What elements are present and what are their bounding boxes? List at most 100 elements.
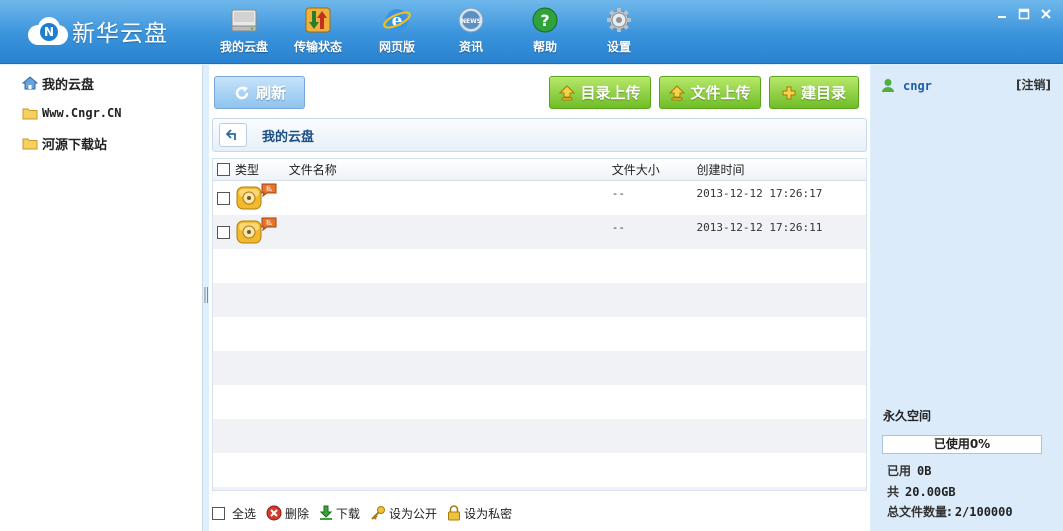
upload-file-button[interactable]: 文件上传 xyxy=(659,76,761,109)
private-badge-icon: 私 xyxy=(261,183,277,200)
back-button[interactable] xyxy=(219,123,247,147)
sidebar-item-heyuan[interactable]: 河源下载站 xyxy=(0,128,202,158)
column-size[interactable]: 文件大小 xyxy=(612,161,697,178)
select-all-label: 全选 xyxy=(232,506,257,521)
set-public-button[interactable]: 设为公开 xyxy=(370,505,437,522)
minimize-button[interactable] xyxy=(991,4,1013,24)
new-directory-button[interactable]: 建目录 xyxy=(769,76,859,109)
nav-help[interactable]: ? 帮助 xyxy=(508,0,582,64)
nav-label: 我的云盘 xyxy=(219,40,268,54)
sidebar-item-label: 我的云盘 xyxy=(42,77,95,93)
sidebar-item-label: Www.Cngr.CN xyxy=(42,106,122,120)
column-time[interactable]: 创建时间 xyxy=(697,161,866,178)
window-controls xyxy=(991,4,1057,24)
cloud-logo-icon: N xyxy=(28,17,68,45)
select-all-checkbox[interactable]: 全选 xyxy=(212,505,256,522)
empty-row xyxy=(213,283,866,317)
empty-row xyxy=(213,317,866,351)
empty-row xyxy=(213,487,866,490)
column-name[interactable]: 文件名称 xyxy=(289,161,612,178)
created-time: 2013-12-12 17:26:11 xyxy=(696,221,823,234)
sidebar-item-cngr[interactable]: Www.Cngr.CN xyxy=(0,98,202,128)
logout-link[interactable]: [注销] xyxy=(1016,76,1051,93)
delete-icon xyxy=(266,505,282,521)
upload-file-label: 文件上传 xyxy=(690,84,751,102)
folder-icon xyxy=(22,136,38,150)
disc-file-icon xyxy=(235,217,263,248)
row-checkbox[interactable] xyxy=(217,192,231,205)
ie-browser-icon: e xyxy=(382,5,412,35)
refresh-icon xyxy=(233,84,251,102)
current-path: 我的云盘 xyxy=(262,129,315,145)
empty-row xyxy=(213,249,866,283)
nav-transfer[interactable]: 传输状态 xyxy=(276,0,360,64)
checkbox[interactable] xyxy=(212,506,225,520)
nav-label: 资讯 xyxy=(458,40,483,54)
nav-label: 网页版 xyxy=(378,40,415,54)
column-type[interactable]: 类型 xyxy=(235,161,289,178)
file-table: 类型 文件名称 文件大小 创建时间 私 -- 2013-12-12 17:26:17… xyxy=(212,158,867,491)
space-title: 永久空间 xyxy=(883,409,932,423)
nav-web[interactable]: e 网页版 xyxy=(360,0,434,64)
empty-row xyxy=(213,351,866,385)
total-value: 20.00GB xyxy=(905,485,956,499)
maximize-button[interactable] xyxy=(1013,4,1035,24)
svg-text:私: 私 xyxy=(266,219,272,227)
refresh-label: 刷新 xyxy=(255,84,286,102)
upload-directory-label: 目录上传 xyxy=(580,84,641,102)
upload-directory-button[interactable]: 目录上传 xyxy=(549,76,651,109)
title-bar: N 新华云盘 我的云盘 传输状态 e 网页版 NEWS 资讯 ? 帮助 设置 xyxy=(0,0,1063,64)
nav-settings[interactable]: 设置 xyxy=(582,0,656,64)
private-badge-icon: 私 xyxy=(261,217,277,234)
empty-row xyxy=(213,419,866,453)
username[interactable]: cngr xyxy=(903,79,932,93)
set-private-label: 设为私密 xyxy=(464,506,513,521)
sidebar-item-my-disk[interactable]: 我的云盘 xyxy=(0,68,202,98)
nav-my-disk[interactable]: 我的云盘 xyxy=(212,0,276,64)
file-count-label: 总文件数量: xyxy=(887,505,952,519)
back-arrow-icon xyxy=(226,129,236,140)
delete-label: 删除 xyxy=(285,506,310,521)
empty-row xyxy=(213,385,866,419)
empty-row xyxy=(213,453,866,487)
total-label: 共 xyxy=(887,485,900,499)
created-time: 2013-12-12 17:26:17 xyxy=(696,187,823,200)
table-row[interactable]: 私 -- 2013-12-12 17:26:17 xyxy=(213,181,866,215)
delete-button[interactable]: 删除 xyxy=(266,505,309,522)
row-checkbox[interactable] xyxy=(217,226,231,239)
logo-badge: N xyxy=(40,23,58,41)
nav-label: 设置 xyxy=(606,40,631,54)
user-icon xyxy=(881,78,895,93)
svg-text:私: 私 xyxy=(266,185,272,193)
file-size: -- xyxy=(611,187,626,200)
disc-file-icon xyxy=(235,183,263,214)
type-cell: 私 xyxy=(235,181,289,215)
download-icon xyxy=(319,505,333,521)
header-checkbox[interactable] xyxy=(217,163,231,176)
lock-icon xyxy=(447,505,461,521)
new-directory-label: 建目录 xyxy=(800,84,846,102)
minimize-icon xyxy=(998,16,1006,18)
type-cell: 私 xyxy=(235,215,289,249)
used-value: 0B xyxy=(917,464,932,478)
file-count-stat: 总文件数量: 2/100000 xyxy=(887,503,1013,520)
refresh-button[interactable]: 刷新 xyxy=(214,76,305,109)
used-stat: 已用 0B xyxy=(887,462,931,479)
download-button[interactable]: 下载 xyxy=(319,505,360,522)
table-row[interactable]: 私 -- 2013-12-12 17:26:11 xyxy=(213,215,866,249)
set-private-button[interactable]: 设为私密 xyxy=(447,505,512,522)
file-size: -- xyxy=(611,221,626,234)
set-public-label: 设为公开 xyxy=(389,506,438,521)
app-name: 新华云盘 xyxy=(72,21,168,47)
nav-label: 帮助 xyxy=(532,40,557,54)
sidebar: 我的云盘 Www.Cngr.CN 河源下载站 xyxy=(0,65,203,531)
usage-text: 已使用0% xyxy=(933,437,991,451)
nav-news[interactable]: NEWS 资讯 xyxy=(434,0,508,64)
close-button[interactable] xyxy=(1035,4,1057,24)
key-icon xyxy=(370,505,386,521)
breadcrumb: 我的云盘 xyxy=(212,118,867,152)
user-info: cngr xyxy=(881,78,932,93)
disk-icon xyxy=(229,5,259,35)
help-icon: ? xyxy=(530,5,560,35)
usage-bar: 已使用0% xyxy=(882,435,1042,454)
